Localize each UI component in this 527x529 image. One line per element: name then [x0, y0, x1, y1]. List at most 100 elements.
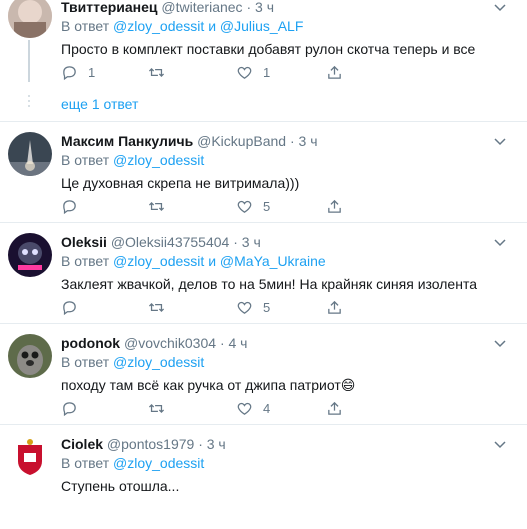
like-button[interactable]: 5	[236, 297, 270, 317]
replies-feed: Твиттерианец @twiterianec · 3 ч В ответ …	[0, 0, 527, 529]
user-handle[interactable]: @vovchik0304	[124, 335, 216, 351]
caret-down-icon[interactable]	[493, 235, 507, 249]
timestamp[interactable]: 3 ч	[207, 436, 226, 452]
reply-button[interactable]	[61, 398, 88, 418]
like-button[interactable]: 4	[236, 398, 270, 418]
timestamp[interactable]: 4 ч	[229, 335, 248, 351]
tweet[interactable]: Твиттерианец @twiterianec · 3 ч В ответ …	[0, 0, 527, 122]
tweet[interactable]: podonok @vovchik0304 · 4 ч В ответ @zloy…	[0, 324, 527, 425]
retweet-button[interactable]	[148, 62, 165, 82]
reply-and: и	[208, 18, 217, 34]
share-button[interactable]	[326, 196, 343, 216]
avatar[interactable]	[8, 0, 52, 38]
like-icon	[237, 301, 252, 314]
reply-icon	[63, 65, 76, 80]
reply-mention[interactable]: @zloy_odessit	[113, 18, 204, 34]
reply-mention[interactable]: @Julius_ALF	[220, 18, 303, 34]
like-count: 4	[263, 400, 271, 416]
tweet-header: Oleksii @Oleksii43755404 · 3 ч	[61, 233, 517, 251]
reply-context: В ответ @zloy_odessit и @Julius_ALF	[61, 17, 517, 35]
reply-context: В ответ @zloy_odessit и @MaYa_Ukraine	[61, 252, 517, 270]
reply-mention[interactable]: @zloy_odessit	[113, 354, 204, 370]
tweet[interactable]: Ciolek @pontos1979 · 3 ч В ответ @zloy_o…	[0, 425, 527, 529]
reply-mention[interactable]: @zloy_odessit	[113, 455, 204, 471]
reply-and: и	[208, 253, 217, 269]
retweet-icon	[148, 201, 165, 211]
avatar[interactable]	[8, 233, 52, 277]
user-handle[interactable]: @pontos1979	[107, 436, 194, 452]
tweet[interactable]: Oleksii @Oleksii43755404 · 3 ч В ответ @…	[0, 223, 527, 324]
share-icon	[328, 199, 341, 213]
tweet-text: Заклеят жвачкой, делов то на 5мин! На кр…	[61, 276, 477, 292]
avatar[interactable]	[8, 334, 52, 378]
thread-gap-dots	[28, 94, 30, 114]
user-handle[interactable]: @KickupBand	[197, 133, 286, 149]
avatar[interactable]	[8, 132, 52, 176]
share-icon	[328, 401, 341, 415]
reply-icon	[63, 300, 76, 315]
reply-prefix: В ответ	[61, 354, 110, 370]
tweet-text: Це духовная скрепа не витримала)))	[61, 175, 300, 191]
retweet-icon	[148, 302, 165, 312]
separator-dot: ·	[219, 335, 225, 351]
caret-down-icon[interactable]	[493, 0, 507, 14]
avatar[interactable]	[8, 435, 52, 479]
timestamp[interactable]: 3 ч	[255, 0, 274, 15]
tweet-actions: 5	[61, 196, 361, 216]
like-button[interactable]: 1	[236, 62, 270, 82]
like-icon	[237, 402, 252, 415]
avatar-image	[8, 334, 52, 378]
reply-icon	[63, 401, 76, 416]
show-more-replies-link[interactable]: еще 1 ответ	[61, 96, 138, 112]
reply-context: В ответ @zloy_odessit	[61, 454, 517, 472]
display-name[interactable]: podonok	[61, 335, 120, 351]
share-icon	[328, 65, 341, 79]
tweet[interactable]: Максим Панкуличь @KickupBand · 3 ч В отв…	[0, 122, 527, 223]
tweet-actions: 1 1	[61, 62, 361, 82]
display-name[interactable]: Твиттерианец	[61, 0, 158, 15]
tweet-text: Ступень отошла...	[61, 478, 180, 494]
avatar-image	[8, 0, 52, 38]
retweet-button[interactable]	[148, 297, 165, 317]
retweet-icon	[148, 403, 165, 413]
share-button[interactable]	[326, 398, 343, 418]
user-handle[interactable]: @Oleksii43755404	[111, 234, 230, 250]
reply-prefix: В ответ	[61, 152, 110, 168]
avatar-image	[8, 233, 52, 277]
reply-button[interactable]	[61, 297, 88, 317]
reply-mention[interactable]: @MaYa_Ukraine	[220, 253, 326, 269]
separator-dot: ·	[198, 436, 203, 452]
share-button[interactable]	[326, 62, 343, 82]
reply-mention[interactable]: @zloy_odessit	[113, 253, 204, 269]
share-icon	[328, 300, 341, 314]
caret-down-icon[interactable]	[493, 336, 507, 350]
timestamp[interactable]: 3 ч	[242, 234, 261, 250]
reply-prefix: В ответ	[61, 455, 110, 471]
reply-button[interactable]	[61, 196, 88, 216]
user-handle[interactable]: @twiterianec	[161, 0, 242, 15]
reply-prefix: В ответ	[61, 253, 110, 269]
reply-count: 1	[88, 64, 96, 80]
caret-down-icon[interactable]	[493, 437, 507, 451]
retweet-button[interactable]	[148, 398, 165, 418]
display-name[interactable]: Ciolek	[61, 436, 103, 452]
like-count: 5	[263, 198, 271, 214]
like-button[interactable]: 5	[236, 196, 270, 216]
like-icon	[237, 200, 252, 213]
retweet-button[interactable]	[148, 196, 165, 216]
retweet-icon	[148, 67, 165, 77]
reply-button[interactable]: 1	[61, 62, 95, 82]
tweet-header: Максим Панкуличь @KickupBand · 3 ч	[61, 132, 517, 150]
reply-mention[interactable]: @zloy_odessit	[113, 152, 204, 168]
share-button[interactable]	[326, 297, 343, 317]
like-count: 1	[263, 64, 271, 80]
reply-context: В ответ @zloy_odessit	[61, 151, 517, 169]
timestamp[interactable]: 3 ч	[299, 133, 318, 149]
caret-down-icon[interactable]	[493, 134, 507, 148]
tweet-actions: 5	[61, 297, 361, 317]
tweet-text: Просто в комплект поставки добавят рулон…	[61, 41, 476, 57]
display-name[interactable]: Oleksii	[61, 234, 107, 250]
display-name[interactable]: Максим Панкуличь	[61, 133, 193, 149]
avatar-image	[8, 132, 52, 176]
like-count: 5	[263, 299, 271, 315]
